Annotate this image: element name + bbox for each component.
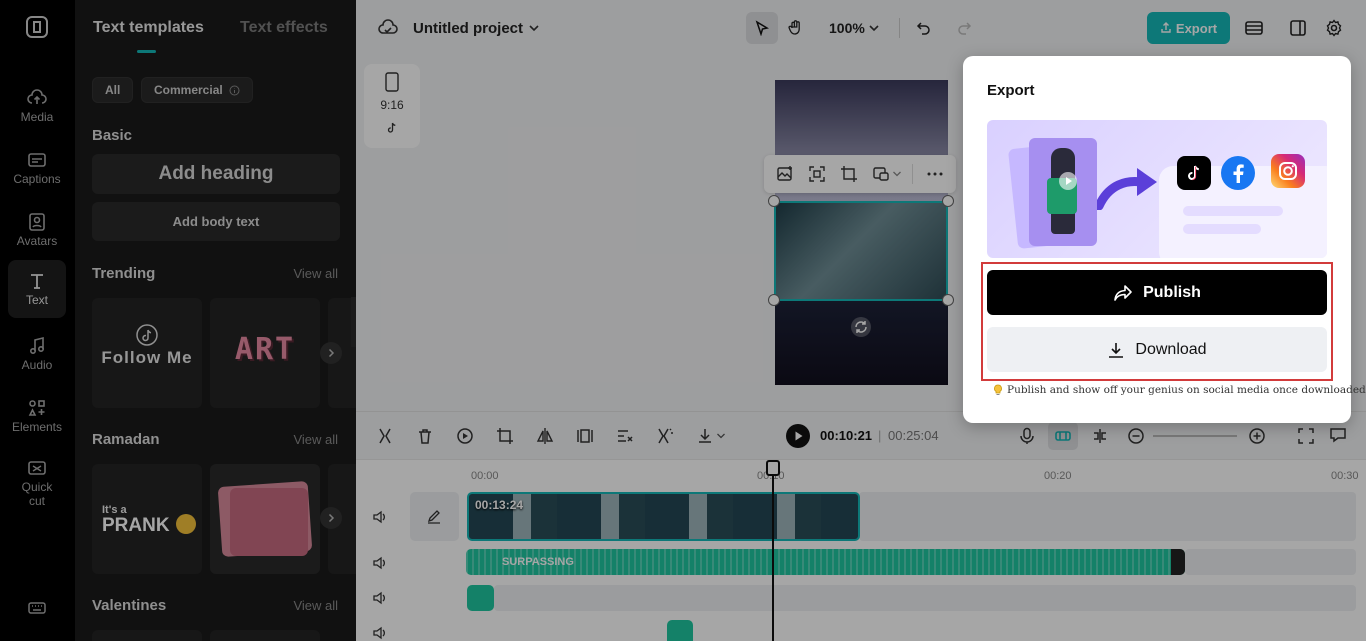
export-hint-text: Publish and show off your genius on soci…: [1007, 384, 1366, 396]
tiktok-logo-icon: [1177, 156, 1211, 190]
share-arrow-icon: [1114, 284, 1132, 301]
download-label: Download: [1135, 340, 1207, 358]
lightbulb-icon: [994, 384, 1002, 395]
export-banner: [987, 120, 1327, 258]
export-popup: Export Publish Download Publish and show…: [963, 56, 1366, 423]
download-icon: [1109, 342, 1124, 358]
facebook-logo-icon: [1221, 156, 1255, 190]
export-popup-title: Export: [987, 82, 1035, 99]
publish-label: Publish: [1143, 283, 1201, 301]
instagram-logo-icon: [1271, 154, 1305, 188]
download-button[interactable]: Download: [987, 327, 1327, 372]
play-icon: [1059, 172, 1077, 190]
export-hint: Publish and show off your genius on soci…: [993, 384, 1366, 396]
banner-placeholder-line: [1183, 224, 1261, 234]
banner-placeholder-line: [1183, 206, 1283, 216]
publish-button[interactable]: Publish: [987, 270, 1327, 315]
arrow-right-icon: [1097, 168, 1157, 210]
banner-video-card: [1029, 138, 1097, 246]
